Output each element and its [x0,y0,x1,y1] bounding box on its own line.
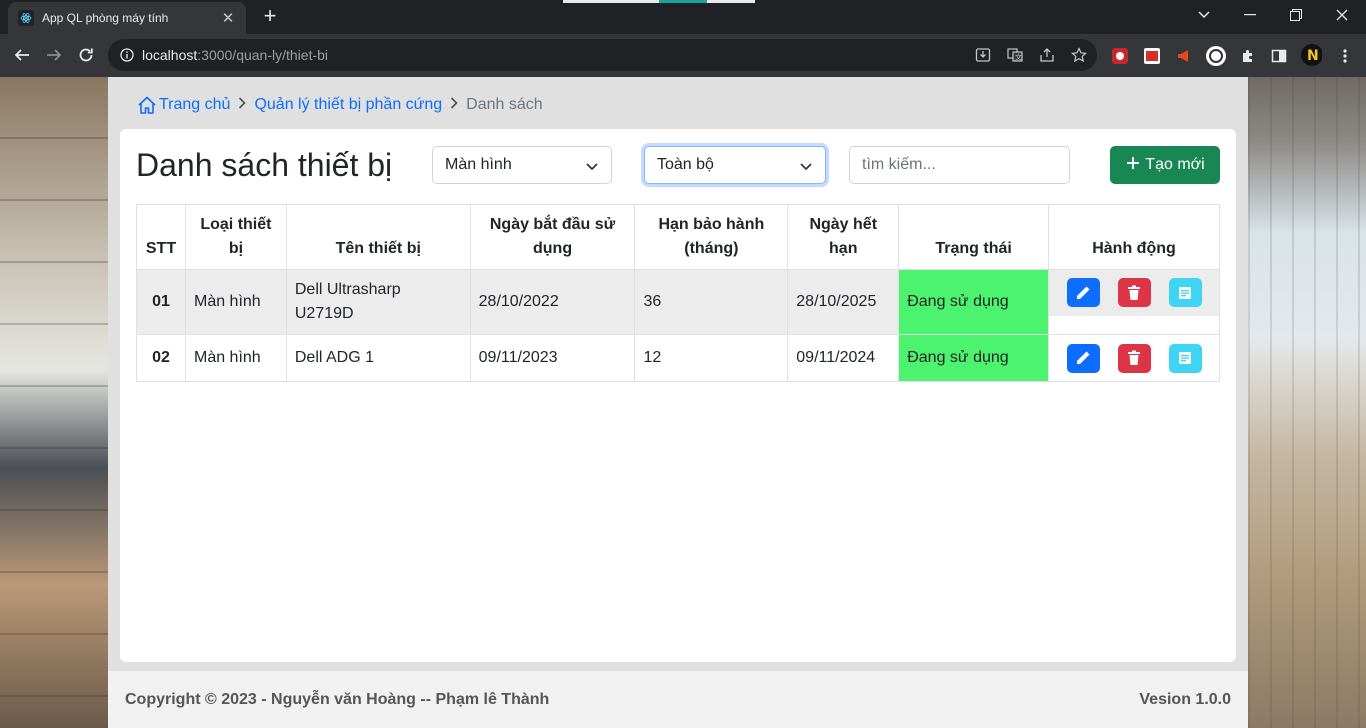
cell-expire-date: 28/10/2025 [787,269,900,335]
delete-button[interactable] [1117,278,1151,307]
tab-strip-indicator-accent [659,0,707,3]
background-photo-left [0,77,108,728]
tab-search-chevron-icon[interactable] [1181,0,1227,30]
bookmark-star-icon[interactable] [1069,45,1089,65]
header-type: Loại thiết bị [184,204,287,270]
trash-icon [1128,285,1140,300]
cell-start-date: 28/10/2022 [469,269,636,335]
header-start-date: Ngày bắt đầu sử dụng [469,204,636,270]
address-bar[interactable]: localhost:3000/quan-ly/thiet-bi 文 [108,39,1097,71]
cell-status: Đang sử dụng [898,334,1049,382]
table-header-row: STT Loại thiết bị Tên thiết bị Ngày bắt … [136,204,1220,270]
detail-button[interactable] [1168,343,1202,373]
cell-start-date: 09/11/2023 [469,334,636,382]
trash-icon [1128,350,1140,365]
device-table: STT Loại thiết bị Tên thiết bị Ngày bắt … [136,204,1220,382]
pencil-icon [1077,286,1090,299]
tab-close-icon[interactable]: ✕ [220,9,236,27]
forward-arrow-icon[interactable] [40,41,68,69]
detail-button[interactable] [1168,278,1202,307]
close-window-icon[interactable] [1319,0,1365,30]
device-list-card: Danh sách thiết bị Màn hình Toàn bộ Tạo … [120,129,1236,662]
cell-warranty: 12 [634,334,789,382]
header-warranty: Hạn bảo hành (tháng) [634,204,789,270]
extensions-puzzle-icon[interactable] [1237,45,1259,67]
breadcrumb-current: Danh sách [466,96,543,113]
browser-tab[interactable]: App QL phòng máy tính ✕ [8,2,246,34]
search-input[interactable] [849,146,1070,184]
extension-circle-icon[interactable] [1205,45,1227,67]
create-new-label: Tạo mới [1145,156,1205,173]
cell-type: Màn hình [184,269,287,335]
new-tab-button[interactable]: + [258,5,282,29]
back-arrow-icon[interactable] [8,41,36,69]
note-icon [1179,286,1191,299]
cell-actions [1048,334,1220,382]
breadcrumb-separator-icon [450,96,458,114]
site-info-icon[interactable] [120,48,134,62]
extension-red-icon[interactable] [1109,45,1131,67]
header-expire-date: Ngày hết hạn [787,204,900,270]
chevron-down-icon [585,159,599,178]
svg-text:文: 文 [1015,53,1022,62]
home-icon[interactable] [137,96,157,114]
extension-megaphone-icon[interactable] [1173,45,1195,67]
profile-avatar[interactable]: N [1300,44,1322,66]
header-name: Tên thiết bị [285,204,471,270]
pencil-icon [1077,351,1090,364]
status-select-value: Toàn bộ [657,156,714,173]
reload-icon[interactable] [72,41,100,69]
background-photo-right [1248,77,1366,728]
browser-menu-icon[interactable] [1334,45,1356,67]
cell-warranty: 36 [634,269,789,335]
main-container: Trang chủ Quản lý thiết bị phần cứng Dan… [108,77,1248,728]
table-row: 01 Màn hình Dell Ultrasharp U2719D 28/10… [136,269,1220,335]
share-icon[interactable] [1037,45,1057,65]
breadcrumb-section-link[interactable]: Quản lý thiết bị phần cứng [254,96,442,114]
extension-dict-icon[interactable] [1141,45,1163,67]
page-viewport: Trang chủ Quản lý thiết bị phần cứng Dan… [0,77,1366,728]
edit-button[interactable] [1066,278,1100,307]
side-panel-icon[interactable] [1268,45,1290,67]
table-row: 02 Màn hình Dell ADG 1 09/11/2023 12 09/… [136,334,1220,382]
cell-stt: 01 [136,269,186,335]
create-new-button[interactable]: Tạo mới [1110,146,1220,184]
breadcrumb: Trang chủ Quản lý thiết bị phần cứng Dan… [137,94,543,116]
browser-toolbar: localhost:3000/quan-ly/thiet-bi 文 N [0,34,1366,77]
cell-type: Màn hình [184,334,287,382]
cell-stt: 02 [136,334,186,382]
status-select[interactable]: Toàn bộ [644,146,826,184]
breadcrumb-separator-icon [238,96,247,114]
minimize-window-icon[interactable] [1227,0,1273,30]
device-type-select-value: Màn hình [445,156,512,173]
plus-icon [1125,155,1141,176]
restore-window-icon[interactable] [1273,0,1319,30]
svg-text:N: N [1307,48,1319,64]
cell-expire-date: 09/11/2024 [787,334,900,382]
react-favicon-icon [18,10,34,26]
footer-version: Vesion 1.0.0 [1139,690,1231,708]
install-app-icon[interactable] [973,45,993,65]
page-footer: Copyright © 2023 - Nguyễn văn Hoàng -- P… [108,671,1248,728]
tab-title: App QL phòng máy tính [42,11,169,25]
url-host: localhost [142,47,198,63]
chevron-down-icon [799,159,813,178]
page-title: Danh sách thiết bị [136,147,393,183]
footer-copyright: Copyright © 2023 - Nguyễn văn Hoàng -- P… [125,690,550,708]
device-type-select[interactable]: Màn hình [432,146,612,184]
note-icon [1179,352,1191,364]
header-stt: STT [136,204,186,270]
translate-icon[interactable]: 文 [1005,45,1025,65]
cell-name: Dell ADG 1 [285,334,471,382]
edit-button[interactable] [1066,343,1100,373]
header-status: Trạng thái [898,204,1049,270]
breadcrumb-home-link[interactable]: Trang chủ [159,96,230,114]
url-path: :3000/quan-ly/thiet-bi [197,47,329,63]
cell-actions [1048,269,1220,335]
cell-name: Dell Ultrasharp U2719D [285,269,471,335]
cell-status: Đang sử dụng [898,269,1049,335]
header-actions: Hành động [1048,204,1220,270]
browser-tab-bar: App QL phòng máy tính ✕ + [0,0,1366,34]
delete-button[interactable] [1117,343,1151,373]
